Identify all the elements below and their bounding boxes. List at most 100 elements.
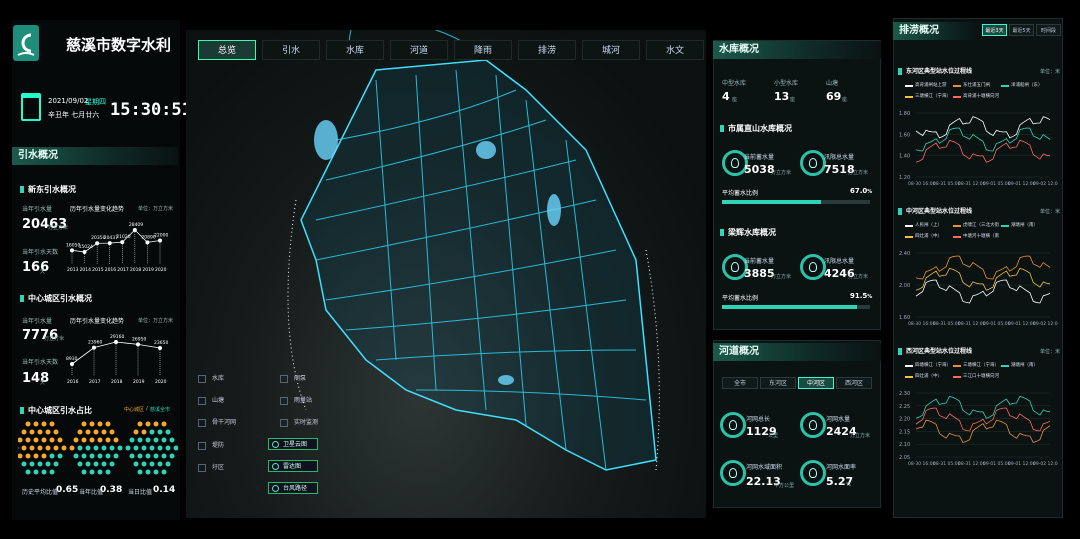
y-tick: 2.40: [899, 251, 910, 257]
legend-label: 高背浦十塘横向河: [963, 94, 999, 99]
x-tick: 08-31 12:00: [958, 461, 986, 467]
drain-tab-2[interactable]: 时间段: [1036, 24, 1061, 36]
trend-value: 8930: [66, 356, 78, 362]
reservoir-a-ratio-label: 平均蓄水比例: [722, 190, 759, 197]
reservoir-title: 水库概况: [713, 41, 881, 59]
y-tick: 1.80: [899, 111, 910, 117]
nav-tab-0[interactable]: 总览: [198, 40, 256, 60]
ratio-dot: [41, 421, 47, 427]
nav-tab-1[interactable]: 引水: [262, 40, 320, 60]
center-days-unit: 天: [40, 380, 46, 386]
weekday-text: 星期四: [85, 98, 106, 106]
ratio-dot: [109, 429, 115, 435]
center-volume-unit: 万立方米: [44, 336, 65, 342]
legend-swatch: [905, 85, 913, 87]
x-tick: 08-31 12:00: [958, 181, 986, 187]
nav-tab-6[interactable]: 城河: [582, 40, 640, 60]
river-tab-1[interactable]: 东河区: [760, 377, 796, 389]
legend-label: 四灶浦（中）: [915, 374, 942, 379]
legend-levee[interactable]: 堤防: [198, 440, 224, 452]
ratio-dot: [33, 437, 39, 443]
ratio-dot: [133, 429, 139, 435]
satellite-button[interactable]: 卫星云图: [268, 438, 318, 450]
reservoir-a-cur-unit: 万立方米: [771, 170, 792, 176]
trend-value: 15024: [79, 244, 93, 250]
ratio-dot: [89, 421, 95, 427]
drain-title: 排涝概况: [893, 22, 979, 40]
series-line: [915, 279, 1051, 304]
water-drop-icon: [809, 262, 817, 272]
legend-pond[interactable]: 山塘: [198, 395, 224, 407]
drain-chart-1: 2.40 2.00 1.6008-30 16:0008-31 05:0008-31 …: [899, 251, 1058, 327]
ratio-dot: [113, 453, 119, 459]
nav-tab-3[interactable]: 河道: [390, 40, 448, 60]
trend-point: [132, 228, 137, 232]
radar-button[interactable]: 雷达图: [268, 460, 318, 472]
ratio-dot: [89, 437, 95, 443]
x-tick: 09-01 05:00: [983, 461, 1011, 467]
trend-year: 2019: [133, 379, 145, 385]
nav-tab-5[interactable]: 排涝: [518, 40, 576, 60]
ratio-dot: [161, 421, 167, 427]
ratio-dot-charts: [18, 421, 178, 475]
legend-swatch: [905, 225, 913, 227]
reservoir-type-value-1: 13: [774, 90, 790, 103]
legend-swatch: [953, 85, 961, 87]
ratio-dot: [25, 469, 31, 475]
ratio-legend-sep: /: [146, 406, 148, 412]
x-tick: 08-31 05:00: [933, 321, 961, 327]
typhoon-button[interactable]: 台风路径: [268, 482, 318, 494]
ratio-dot: [25, 421, 31, 427]
ratio-dot: [137, 437, 143, 443]
calendar-icon: [21, 93, 41, 121]
river-tab-3[interactable]: 西河区: [836, 377, 872, 389]
ratio-dot: [109, 445, 115, 451]
drain-legend-1-0: 人民闸（上）: [905, 222, 951, 228]
legend-swatch: [1001, 85, 1009, 87]
legend-polder[interactable]: 圩区: [198, 462, 224, 474]
river-icon: [198, 419, 206, 427]
ratio-dot: [149, 445, 155, 451]
trend-point: [136, 342, 140, 347]
legend-label: 东仕浦五门闸: [963, 83, 990, 88]
nav-tab-7[interactable]: 水文: [646, 40, 704, 60]
ratio-dot: [161, 453, 167, 459]
series-line: [915, 116, 1051, 139]
legend-rain-station[interactable]: 雨量站: [280, 395, 312, 407]
ratio-dot: [37, 445, 43, 451]
reservoir-a-title: 市属直山水库概况: [720, 122, 792, 135]
ratio-dot: [101, 461, 107, 467]
ratio-dot: [137, 421, 143, 427]
ratio-dot: [105, 437, 111, 443]
reservoir-b-ratio-label: 平均蓄水比例: [722, 295, 759, 302]
ratio-dot: [137, 453, 143, 459]
drain-tab-1[interactable]: 最近5天: [1009, 24, 1034, 36]
trend-point: [158, 345, 162, 350]
dongxin-trend-chart: 1605020131502420142035020152043720162102…: [66, 222, 168, 273]
map-area[interactable]: [186, 29, 706, 518]
x-tick: 09-01 12:00: [1008, 461, 1036, 467]
trend-value: 23650: [154, 340, 168, 346]
legend-label: 高背浦闸站上游: [915, 83, 947, 88]
ratio-dot: [141, 461, 147, 467]
reservoir-a-progress-track: [722, 200, 870, 204]
legend-river-network[interactable]: 骨干河网: [198, 417, 236, 429]
legend-swatch: [953, 376, 961, 378]
percent-icon: [809, 468, 817, 478]
lunar-date-text: 辛丑年 七月廿六: [48, 111, 100, 119]
drain-legend-2-0: 四塘横江（宁海）: [905, 362, 951, 368]
trend-value: 29160: [110, 334, 124, 340]
river-tab-0[interactable]: 全市: [722, 377, 758, 389]
ratio-dot: [93, 445, 99, 451]
ratio-dot: [61, 445, 67, 451]
nav-tab-2[interactable]: 水库: [326, 40, 384, 60]
drain-tab-0[interactable]: 最近3天: [982, 24, 1007, 36]
legend-realtime[interactable]: 实时监测: [280, 417, 318, 429]
x-tick: 08-31 12:00: [958, 321, 986, 327]
reservoir-type-value-0: 4: [722, 90, 730, 103]
river-network-map[interactable]: [186, 29, 706, 518]
legend-sluice-pump[interactable]: 闸泵: [280, 373, 306, 385]
river-tab-2[interactable]: 中河区: [798, 377, 834, 389]
legend-reservoir[interactable]: 水库: [198, 373, 224, 385]
nav-tab-4[interactable]: 降雨: [454, 40, 512, 60]
